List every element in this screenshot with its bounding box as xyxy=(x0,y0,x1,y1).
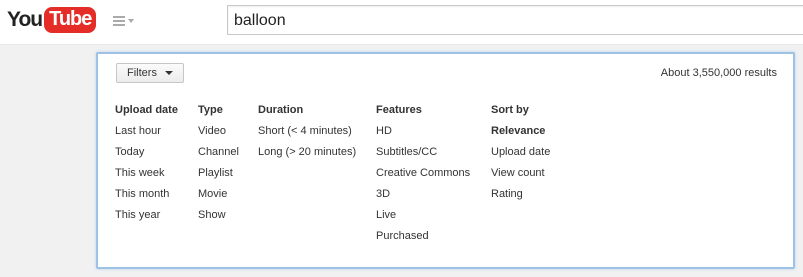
filter-option[interactable]: Today xyxy=(115,146,178,167)
filter-option[interactable]: Last hour xyxy=(115,125,178,146)
guide-menu-button[interactable] xyxy=(113,12,137,30)
sort-option[interactable]: Upload date xyxy=(491,146,550,167)
filter-option[interactable]: Short (< 4 minutes) xyxy=(258,125,356,146)
filter-option[interactable]: Purchased xyxy=(376,230,470,251)
filter-column-upload-date: Upload date Last hour Today This week Th… xyxy=(115,104,178,230)
filter-option[interactable]: Subtitles/CC xyxy=(376,146,470,167)
search-input[interactable] xyxy=(234,11,794,30)
filter-option[interactable]: Playlist xyxy=(198,167,239,188)
filter-option[interactable]: This month xyxy=(115,188,178,209)
filter-column-sort-by: Sort by Relevance Upload date View count… xyxy=(491,104,550,209)
filters-button[interactable]: Filters xyxy=(116,63,184,83)
results-count: About 3,550,000 results xyxy=(660,67,777,79)
chevron-down-icon xyxy=(128,19,134,23)
sort-option[interactable]: Rating xyxy=(491,188,550,209)
filter-column-features: Features HD Subtitles/CC Creative Common… xyxy=(376,104,470,251)
logo-tube-text: Tube xyxy=(44,7,97,33)
filter-heading: Upload date xyxy=(115,104,178,116)
sort-option-selected[interactable]: Relevance xyxy=(491,125,550,146)
youtube-logo[interactable]: You Tube xyxy=(7,6,97,34)
filter-option[interactable]: Channel xyxy=(198,146,239,167)
filter-option[interactable]: Movie xyxy=(198,188,239,209)
masthead: You Tube xyxy=(0,0,803,45)
filter-column-type: Type Video Channel Playlist Movie Show xyxy=(198,104,239,230)
filter-option[interactable]: Show xyxy=(198,209,239,230)
filter-panel: Filters About 3,550,000 results Upload d… xyxy=(96,52,795,269)
filter-option[interactable]: 3D xyxy=(376,188,470,209)
filter-option[interactable]: HD xyxy=(376,125,470,146)
filter-option[interactable]: Creative Commons xyxy=(376,167,470,188)
filter-heading: Type xyxy=(198,104,223,116)
filter-option[interactable]: Live xyxy=(376,209,470,230)
filter-column-duration: Duration Short (< 4 minutes) Long (> 20 … xyxy=(258,104,356,167)
filter-heading: Duration xyxy=(258,104,304,116)
filter-option[interactable]: This week xyxy=(115,167,178,188)
filter-heading: Sort by xyxy=(491,104,529,116)
logo-you-text: You xyxy=(7,8,43,31)
filter-option[interactable]: Long (> 20 minutes) xyxy=(258,146,356,167)
caret-down-icon xyxy=(164,71,173,75)
hamburger-icon xyxy=(113,16,125,26)
sort-option[interactable]: View count xyxy=(491,167,550,188)
filter-option[interactable]: Video xyxy=(198,125,239,146)
filters-button-label: Filters xyxy=(127,67,157,79)
filter-option[interactable]: This year xyxy=(115,209,178,230)
search-box[interactable] xyxy=(227,5,803,35)
filter-heading: Features xyxy=(376,104,422,116)
